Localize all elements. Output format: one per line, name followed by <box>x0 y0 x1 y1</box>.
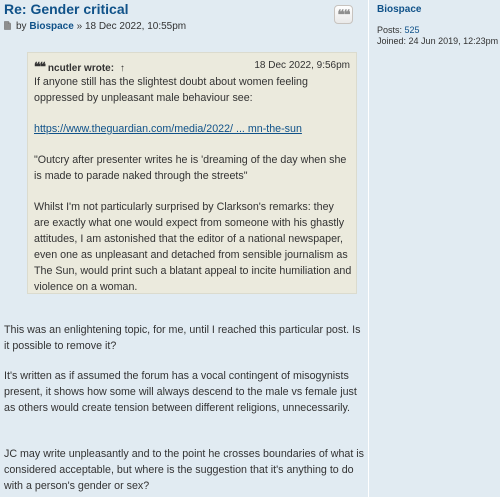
quote-link-line: https://www.theguardian.com/media/2022/ … <box>34 121 352 137</box>
quote-paragraph: If anyone still has the slightest doubt … <box>34 76 308 104</box>
profile-joined: Joined: 24 Jun 2019, 12:23pm <box>377 36 498 46</box>
post-paragraph: This was an enlightening topic, for me, … <box>4 324 361 352</box>
by-label: by <box>16 21 27 32</box>
quote-paragraph: "Outcry after presenter writes he is 'dr… <box>34 154 347 182</box>
quote-icon: ❝❝ <box>337 8 351 23</box>
quote-date: 18 Dec 2022, 9:56pm <box>254 60 350 71</box>
quote-link[interactable]: https://www.theguardian.com/media/2022/ … <box>34 123 302 135</box>
posts-label: Posts: <box>377 25 403 35</box>
author-profile: Biospace Posts: 525 Joined: 24 Jun 2019,… <box>368 0 500 497</box>
post-document-icon[interactable] <box>4 21 11 30</box>
profile-username[interactable]: Biospace <box>377 4 421 15</box>
quote-header: ❝❝ ncutler wrote: ↑ <box>34 60 125 74</box>
joined-label: Joined: <box>377 36 407 46</box>
quote-source-arrow[interactable]: ↑ <box>120 63 125 74</box>
quote-wrote-label: wrote: <box>84 63 115 74</box>
quote-button[interactable]: ❝❝ <box>334 5 353 24</box>
author-link[interactable]: Biospace <box>29 21 73 32</box>
profile-posts: Posts: 525 <box>377 25 420 35</box>
quote-paragraph: Whilst I'm not particularly surprised by… <box>34 201 352 293</box>
quote-author: ncutler <box>47 63 82 74</box>
quote-mark-icon: ❝❝ <box>34 60 46 74</box>
forum-post: Re: Gender critical by Biospace » 18 Dec… <box>0 0 500 497</box>
separator: » <box>76 21 83 32</box>
post-title[interactable]: Re: Gender critical <box>4 1 129 17</box>
post-author-line: by Biospace » 18 Dec 2022, 10:55pm <box>4 21 186 32</box>
posts-count-link[interactable]: 525 <box>405 25 420 35</box>
post-date: 18 Dec 2022, 10:55pm <box>84 21 187 32</box>
post-paragraph: JC may write unpleasantly and to the poi… <box>4 448 365 492</box>
quote-block: ❝❝ ncutler wrote: ↑ 18 Dec 2022, 9:56pm I… <box>27 52 357 294</box>
post-paragraph: It's written as if assumed the forum has… <box>4 370 357 414</box>
joined-value: 24 Jun 2019, 12:23pm <box>408 36 499 46</box>
